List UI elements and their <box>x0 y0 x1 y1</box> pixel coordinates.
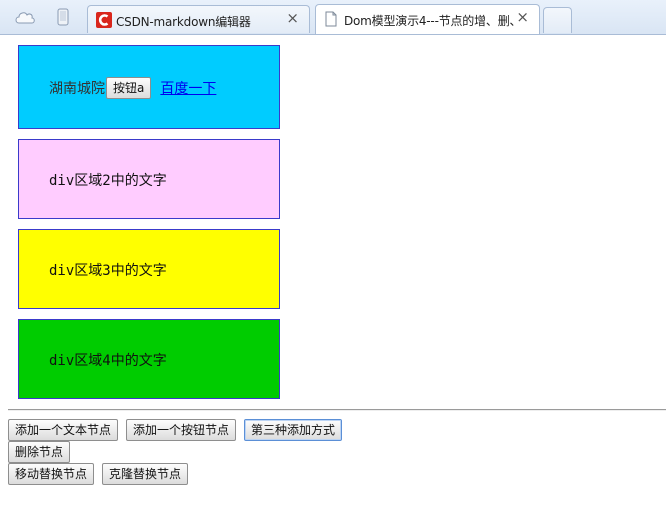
document-icon <box>324 11 338 30</box>
tab-title: Dom模型演示4---节点的增、删、 <box>344 14 522 28</box>
delete-node-button[interactable]: 删除节点 <box>8 441 71 463</box>
add-button-node-button[interactable]: 添加一个按钮节点 <box>126 419 237 441</box>
browser-tab-bar: CSDN-markdown编辑器 × Dom模型演示4---节点的增、删、 × <box>0 0 666 35</box>
cloud-icon[interactable] <box>14 9 36 29</box>
move-replace-node-button[interactable]: 移动替换节点 <box>8 463 95 485</box>
tab-title: CSDN-markdown编辑器 <box>116 15 251 29</box>
div-region-4: div区域4中的文字 <box>18 319 280 399</box>
button-row-2: 删除节点 <box>8 441 78 463</box>
div-region-3: div区域3中的文字 <box>18 229 280 309</box>
div-region-1: 湖南城院 按钮a 百度一下 <box>18 45 280 129</box>
button-row-3: 移动替换节点 克隆替换节点 <box>8 463 196 485</box>
horizontal-rule <box>8 409 666 411</box>
baidu-link[interactable]: 百度一下 <box>160 78 216 98</box>
button-row-1: 添加一个文本节点 添加一个按钮节点 第三种添加方式 <box>8 419 350 441</box>
csdn-logo-icon <box>96 12 112 31</box>
div3-text: div区域3中的文字 <box>49 263 167 279</box>
div4-text: div区域4中的文字 <box>49 353 167 369</box>
add-text-node-button[interactable]: 添加一个文本节点 <box>8 419 119 441</box>
button-a[interactable]: 按钮a <box>106 77 152 99</box>
tab-csdn-markdown-editor[interactable]: CSDN-markdown编辑器 × <box>87 5 310 33</box>
close-tab-icon[interactable]: × <box>516 8 529 26</box>
third-add-method-button[interactable]: 第三种添加方式 <box>244 419 343 441</box>
new-tab-button[interactable] <box>543 7 572 33</box>
tab-dom-demo[interactable]: Dom模型演示4---节点的增、删、 × <box>315 4 540 34</box>
close-tab-icon[interactable]: × <box>286 9 299 27</box>
clone-replace-node-button[interactable]: 克隆替换节点 <box>102 463 189 485</box>
div2-text: div区域2中的文字 <box>49 173 167 189</box>
span-text: 湖南城院 <box>49 81 105 97</box>
div1-content: 湖南城院 按钮a 百度一下 <box>49 77 216 99</box>
div-region-2: div区域2中的文字 <box>18 139 280 219</box>
phone-icon[interactable] <box>57 8 69 30</box>
